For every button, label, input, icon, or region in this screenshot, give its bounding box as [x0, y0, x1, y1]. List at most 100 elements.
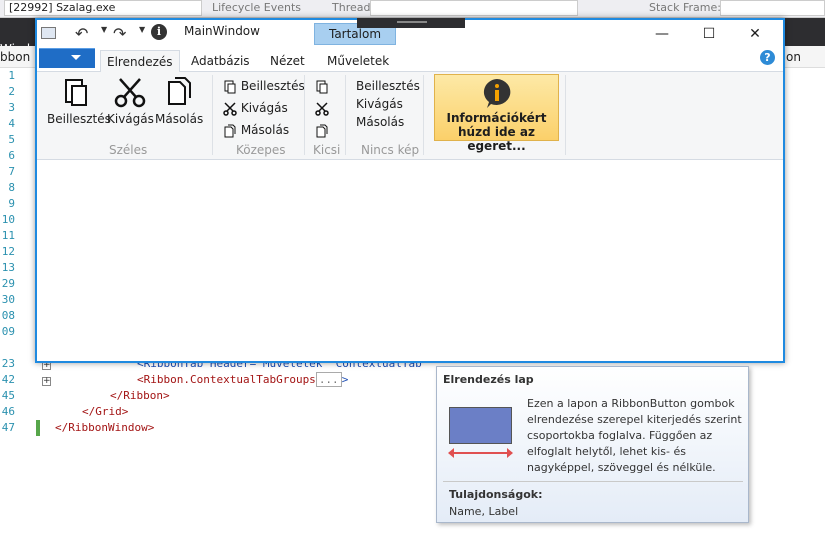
line-number: 11 [1, 229, 15, 242]
group-label-large: Széles [109, 143, 148, 157]
process-label: [22992] Szalag.exe [9, 1, 116, 14]
tab-adatbazis[interactable]: Adatbázis [185, 50, 256, 72]
minimize-button[interactable]: — [652, 25, 672, 43]
large-cut-label: Kivágás [107, 112, 154, 126]
undo-dropdown-icon[interactable]: ▼ [101, 25, 107, 34]
main-window: ↶ ▼ ↷ ▼ i MainWindow Tartalom — ☐ ✕ Elre… [35, 18, 785, 363]
tooltip-properties-title: Tulajdonságok: [449, 488, 543, 501]
group-separator [565, 75, 566, 155]
medium-copy-label: Másolás [240, 123, 290, 137]
small-paste-button[interactable] [315, 77, 329, 95]
scissors-icon [223, 101, 237, 116]
window-icon [41, 27, 56, 39]
tab-elrendezes[interactable]: Elrendezés [100, 50, 180, 73]
chevron-down-icon [71, 55, 81, 60]
line-number: 08 [1, 309, 15, 322]
tab-muveletek[interactable]: Műveletek [321, 50, 395, 72]
line-number: 13 [1, 261, 15, 274]
copy-icon [224, 124, 236, 137]
expand-icon[interactable]: + [42, 377, 51, 386]
tooltip-image [449, 407, 512, 444]
large-cut-button[interactable]: Kivágás [107, 76, 154, 126]
small-cut-button[interactable] [315, 99, 329, 117]
small-copy-button[interactable] [315, 121, 329, 139]
line-number: 4 [8, 117, 15, 130]
application-menu-button[interactable] [39, 48, 95, 68]
code-line-ribbon-close: </Ribbon> [110, 389, 170, 402]
line-number: 23 [1, 357, 15, 370]
medium-cut-label: Kivágás [240, 101, 288, 115]
line-number: 8 [8, 181, 15, 194]
group-separator [212, 75, 213, 155]
change-marker [36, 420, 40, 436]
noimage-copy-button[interactable]: Másolás [356, 113, 404, 131]
ide-toolbar: [22992] Szalag.exe Lifecycle Events Thre… [0, 0, 825, 18]
thread-label: Thread: [332, 1, 375, 14]
medium-cut-button[interactable]: Kivágás [223, 99, 288, 117]
line-number: 2 [8, 85, 15, 98]
code-line-window-close: </RibbonWindow> [55, 421, 155, 434]
noimage-cut-button[interactable]: Kivágás [356, 95, 403, 113]
line-number: 10 [1, 213, 15, 226]
line-number: 09 [1, 325, 15, 338]
large-paste-button[interactable]: Beillesztés [47, 76, 111, 126]
paste-icon [65, 79, 87, 106]
scissors-icon [114, 78, 146, 108]
line-number: 7 [8, 165, 15, 178]
tooltip-title: Elrendezés lap [443, 373, 534, 386]
ide-right-tab[interactable]: on [786, 50, 801, 64]
medium-paste-label: Beillesztés [240, 79, 305, 93]
ide-ribbon-tab[interactable]: bbon [0, 50, 30, 64]
redo-icon[interactable]: ↷ [113, 24, 126, 43]
paste-icon [316, 80, 328, 93]
tab-nezet[interactable]: Nézet [264, 50, 311, 72]
large-paste-label: Beillesztés [47, 112, 111, 126]
line-number: 30 [1, 293, 15, 306]
collapsed-region[interactable]: ... [315, 372, 342, 387]
code-line-grid-close: </Grid> [82, 405, 129, 418]
large-copy-label: Másolás [155, 112, 204, 126]
stack-frame-combo[interactable] [720, 0, 825, 16]
redo-dropdown-icon[interactable]: ▼ [139, 25, 145, 34]
close-button[interactable]: ✕ [745, 25, 765, 43]
copy-icon [316, 124, 328, 137]
help-icon[interactable]: ? [760, 50, 775, 65]
tooltip-properties-value: Name, Label [449, 505, 519, 518]
group-label-noimage: Nincs kép [361, 143, 420, 157]
info-hover-button[interactable]: Információkért húzd ide az egeret... [434, 74, 559, 153]
group-separator [423, 75, 424, 155]
line-number: 5 [8, 133, 15, 146]
thread-combo[interactable] [370, 0, 578, 16]
paste-icon [224, 80, 236, 93]
info-icon[interactable]: i [151, 24, 167, 40]
line-number: 6 [8, 149, 15, 162]
line-number: 29 [1, 277, 15, 290]
line-number: 12 [1, 245, 15, 258]
stack-frame-label: Stack Frame: [649, 1, 721, 14]
process-combo[interactable]: [22992] Szalag.exe [4, 0, 202, 16]
group-label-small: Kicsi [313, 143, 341, 157]
line-number: 3 [8, 101, 15, 114]
title-bar[interactable]: ↶ ▼ ↷ ▼ i MainWindow Tartalom — ☐ ✕ [37, 18, 783, 50]
medium-copy-button[interactable]: Másolás [223, 121, 289, 139]
line-number: 1 [8, 69, 15, 82]
tooltip-divider [443, 481, 743, 482]
code-line-contextual-groups: <Ribbon.ContextualTabGroups... > [137, 372, 349, 387]
group-label-medium: Közepes [236, 143, 286, 157]
undo-icon[interactable]: ↶ [75, 24, 88, 43]
noimage-paste-button[interactable]: Beillesztés [356, 77, 420, 95]
maximize-button[interactable]: ☐ [699, 25, 719, 43]
group-separator [304, 75, 305, 155]
line-number: 45 [1, 389, 15, 402]
line-number: 47 [1, 421, 15, 434]
scissors-icon [315, 101, 329, 116]
tab-tooltip: Elrendezés lap Ezen a lapon a RibbonButt… [436, 366, 749, 523]
ribbon-panel: Beillesztés Kivágás Másolás Széles Beill… [37, 72, 783, 160]
drag-handle[interactable] [357, 18, 465, 28]
large-copy-button[interactable]: Másolás [155, 76, 203, 126]
medium-paste-button[interactable]: Beillesztés [223, 77, 305, 95]
copy-icon [168, 77, 191, 105]
line-number: 9 [8, 197, 15, 210]
line-number: 42 [1, 373, 15, 386]
info-bubble-icon [483, 79, 511, 108]
